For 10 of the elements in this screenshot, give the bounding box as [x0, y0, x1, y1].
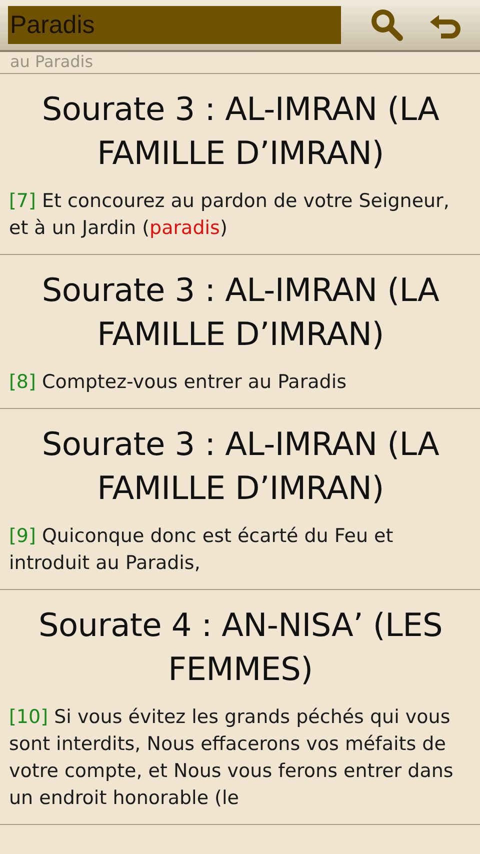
surah-title: Sourate 4 : AN-NISA’ (LES FEMMES): [37, 605, 444, 690]
verse-text: [10] Si vous évitez les grands péchés qui vous sont interdits, Nous effacerons vos méfaits de votre compte, et Nous vous ferons entrer dans un endroit honorable (le: [9, 705, 454, 811]
verse-text: [7] Et concourez au pardon de votre Seigneur, et à un Jardin (paradis): [9, 189, 450, 241]
surah-title: Sourate 3 : AL-IMRAN (LA FAMILLE D’IMRAN): [40, 89, 440, 174]
surah-title: Sourate 3 : AL-IMRAN (LA FAMILLE D’IMRAN): [40, 270, 440, 355]
verse-text: [8] Comptez-vous entrer au Paradis: [9, 370, 348, 395]
verse-text: [9] Quiconque donc est écarté du Feu et introduit au Paradis,: [9, 524, 394, 576]
search-field[interactable]: Paradis: [8, 6, 341, 44]
result-text: au Paradis: [9, 52, 94, 72]
surah-title: Sourate 3 : AL-IMRAN (LA FAMILLE D’IMRAN): [40, 424, 440, 509]
